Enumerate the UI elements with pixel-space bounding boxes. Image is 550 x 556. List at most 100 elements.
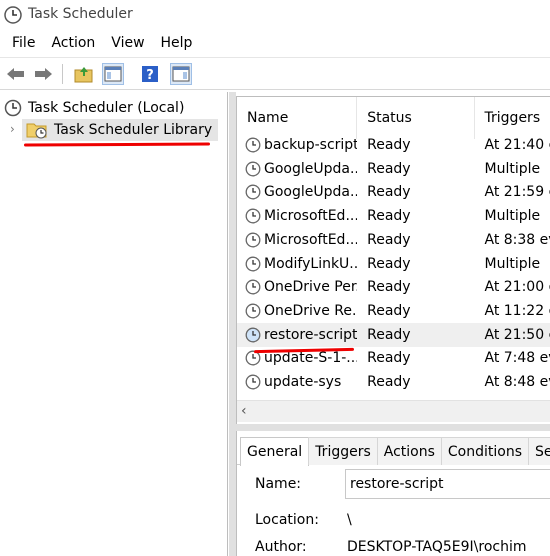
toolbar-separator bbox=[62, 64, 63, 84]
show-hide-action-pane-button[interactable] bbox=[170, 63, 192, 85]
task-status: Ready bbox=[367, 350, 411, 367]
task-triggers: At 11:22 o bbox=[484, 302, 550, 319]
table-row[interactable]: MicrosoftEd... Ready At 8:38 ev bbox=[237, 228, 550, 252]
cell-name: GoogleUpda... bbox=[237, 161, 357, 177]
forward-button[interactable] bbox=[32, 63, 54, 85]
table-row[interactable]: restore-script Ready At 21:50 e bbox=[237, 322, 550, 347]
tree-item-library-label: Task Scheduler Library bbox=[54, 122, 213, 138]
action-pane-icon bbox=[172, 66, 190, 82]
table-row[interactable]: backup-script Ready At 21:40 e bbox=[237, 133, 550, 157]
author-value: DESKTOP-TAQ5E9I\rochim bbox=[347, 539, 527, 555]
table-row[interactable]: OneDrive Re... Ready At 11:22 o bbox=[237, 299, 550, 323]
task-triggers: At 21:59 e bbox=[484, 184, 550, 201]
table-row[interactable]: OneDrive Per... Ready At 21:00 o bbox=[237, 275, 550, 299]
task-clock-icon bbox=[245, 161, 261, 177]
task-clock-icon bbox=[245, 374, 261, 390]
task-clock-icon bbox=[245, 137, 261, 153]
task-list: Name Status Triggers backup-script Ready A… bbox=[236, 96, 550, 424]
task-triggers: At 21:00 o bbox=[484, 279, 550, 296]
cell-name: OneDrive Per... bbox=[237, 279, 357, 295]
task-status: Ready bbox=[367, 160, 411, 177]
task-clock-icon bbox=[245, 279, 261, 295]
menu-file[interactable]: File bbox=[4, 30, 43, 57]
menu-action[interactable]: Action bbox=[43, 30, 103, 57]
task-status: Ready bbox=[367, 302, 411, 319]
menu-bar: File Action View Help bbox=[0, 30, 550, 57]
table-row[interactable]: GoogleUpda... Ready At 21:59 e bbox=[237, 180, 550, 204]
tab-actions[interactable]: Actions bbox=[376, 437, 442, 465]
task-name: OneDrive Re... bbox=[264, 302, 358, 319]
up-folder-button[interactable] bbox=[73, 63, 95, 85]
task-status: Ready bbox=[367, 374, 411, 390]
cell-name: GoogleUpda... bbox=[237, 184, 357, 200]
name-field[interactable]: restore-script bbox=[345, 469, 550, 499]
task-properties-pane: General Triggers Actions Conditions Set … bbox=[236, 431, 550, 556]
cell-name: MicrosoftEd... bbox=[237, 232, 357, 248]
folder-up-icon bbox=[74, 67, 93, 83]
table-row[interactable]: GoogleUpda... Ready Multiple bbox=[237, 157, 550, 181]
horizontal-splitter[interactable] bbox=[236, 424, 550, 431]
folder-clock-icon bbox=[26, 123, 47, 139]
arrow-left-icon bbox=[7, 68, 24, 80]
task-name: MicrosoftEd... bbox=[264, 208, 358, 225]
menu-view[interactable]: View bbox=[103, 30, 152, 57]
svg-text:?: ? bbox=[146, 68, 154, 83]
task-status: Ready bbox=[367, 137, 411, 153]
tab-conditions[interactable]: Conditions bbox=[440, 437, 530, 465]
task-triggers: Multiple bbox=[484, 208, 541, 225]
task-clock-icon bbox=[245, 256, 261, 271]
table-row[interactable]: MicrosoftEd... Ready Multiple bbox=[237, 204, 550, 228]
table-row[interactable]: update-sys Ready At 8:48 ev bbox=[237, 370, 550, 394]
clock-icon bbox=[4, 99, 22, 117]
help-button[interactable]: ? bbox=[139, 63, 161, 85]
window-title: Task Scheduler bbox=[28, 6, 133, 22]
scroll-left-icon[interactable]: ‹ bbox=[241, 403, 247, 419]
tree-item-root[interactable]: Task Scheduler (Local) bbox=[4, 97, 184, 119]
cell-name: update-sys bbox=[237, 374, 357, 390]
task-status: Ready bbox=[367, 255, 411, 272]
title-bar: Task Scheduler bbox=[0, 0, 550, 30]
task-name: update-S-1-... bbox=[264, 350, 358, 367]
show-hide-console-tree-button[interactable] bbox=[102, 63, 124, 85]
task-name: backup-script bbox=[264, 137, 358, 153]
tab-triggers[interactable]: Triggers bbox=[308, 437, 378, 465]
task-name: OneDrive Per... bbox=[264, 279, 357, 296]
location-label: Location: bbox=[255, 512, 319, 528]
cell-name: backup-script bbox=[237, 137, 357, 153]
task-triggers: At 8:38 ev bbox=[484, 231, 550, 248]
task-status: Ready bbox=[367, 279, 411, 296]
task-clock-icon bbox=[245, 303, 261, 319]
vertical-splitter[interactable] bbox=[229, 92, 236, 556]
chevron-right-icon[interactable]: › bbox=[10, 122, 15, 136]
help-icon: ? bbox=[142, 66, 158, 83]
cell-name: restore-script bbox=[237, 327, 357, 343]
location-value: \ bbox=[347, 512, 352, 528]
name-label: Name: bbox=[255, 476, 302, 492]
console-tree: Task Scheduler (Local) › Task Scheduler … bbox=[0, 92, 228, 556]
task-triggers: At 8:48 ev bbox=[484, 374, 550, 390]
task-status: Ready bbox=[367, 231, 411, 248]
tab-general[interactable]: General bbox=[240, 437, 310, 466]
author-label: Author: bbox=[255, 539, 307, 555]
back-button[interactable] bbox=[5, 63, 27, 85]
tree-item-root-label: Task Scheduler (Local) bbox=[28, 100, 185, 116]
properties-tabs: General Triggers Actions Conditions Set bbox=[237, 437, 550, 466]
arrow-right-icon bbox=[35, 68, 52, 80]
cell-name: ModifyLinkU... bbox=[237, 256, 357, 272]
tab-settings[interactable]: Set bbox=[528, 437, 550, 465]
task-name: GoogleUpda... bbox=[264, 184, 358, 201]
cell-name: OneDrive Re... bbox=[237, 303, 357, 319]
cell-name: MicrosoftEd... bbox=[237, 208, 357, 224]
task-name: ModifyLinkU... bbox=[264, 255, 358, 272]
task-status: Ready bbox=[367, 184, 411, 201]
tree-item-library[interactable]: › Task Scheduler Library bbox=[10, 119, 219, 141]
toolbar: ? bbox=[0, 57, 550, 90]
horizontal-scrollbar[interactable]: ‹ bbox=[237, 400, 550, 422]
task-name: GoogleUpda... bbox=[264, 160, 358, 177]
menu-help[interactable]: Help bbox=[153, 30, 201, 57]
table-row[interactable]: ModifyLinkU... Ready Multiple bbox=[237, 252, 550, 276]
task-name: restore-script bbox=[264, 326, 358, 343]
task-triggers: At 21:40 e bbox=[484, 137, 550, 153]
task-clock-icon bbox=[245, 327, 261, 343]
task-status: Ready bbox=[367, 208, 411, 225]
